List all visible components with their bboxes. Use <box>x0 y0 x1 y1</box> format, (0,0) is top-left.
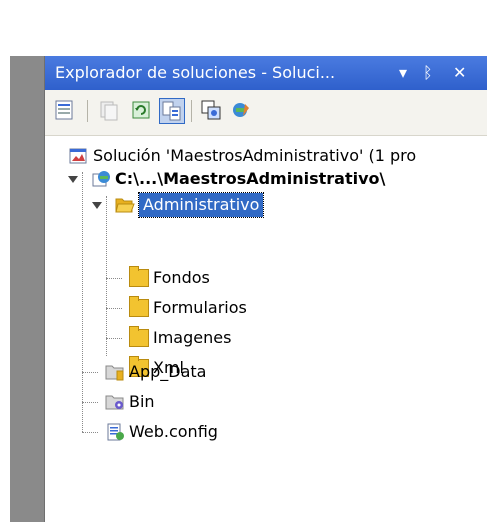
refresh-icon[interactable] <box>129 98 155 124</box>
show-all-files-icon[interactable] <box>97 98 123 124</box>
tree-connector <box>82 402 98 403</box>
tree-node-label: C:\...\MaestrosAdministrativo\ <box>115 169 386 188</box>
folder-icon <box>129 326 149 347</box>
tree-node-label: Fondos <box>153 268 210 287</box>
close-icon[interactable]: ✕ <box>453 56 466 90</box>
tree-node-label: Bin <box>129 392 155 411</box>
collapse-arrow-icon[interactable] <box>68 176 78 183</box>
tree-connector <box>82 372 98 373</box>
tree-node-label: Formularios <box>153 298 247 317</box>
side-strip <box>10 56 44 522</box>
solution-tree: Solución 'MaestrosAdministrativo' (1 pro… <box>45 136 487 516</box>
app-data-folder-icon <box>105 363 125 381</box>
window-position-dropdown-icon[interactable]: ▾ <box>399 56 407 90</box>
toolbar-separator <box>191 100 192 122</box>
tree-connector <box>106 278 122 279</box>
web-project-icon <box>91 170 111 188</box>
tree-connector <box>106 308 122 309</box>
tree-connector <box>106 338 122 339</box>
copy-website-icon[interactable] <box>199 98 225 124</box>
tree-node-label: App_Data <box>129 362 207 381</box>
auto-hide-pin-icon[interactable]: ᛒ <box>423 56 433 90</box>
tree-node-label: Web.config <box>129 422 218 441</box>
folder-icon <box>129 296 149 317</box>
panel-title-bar[interactable]: Explorador de soluciones - Soluci... ▾ ᛒ… <box>45 56 487 90</box>
tree-node-label: Administrativo <box>137 192 265 218</box>
bin-folder-icon <box>105 393 125 411</box>
collapse-arrow-icon[interactable] <box>92 202 102 209</box>
nest-related-files-icon[interactable] <box>159 98 185 124</box>
config-file-icon <box>105 423 125 441</box>
properties-icon[interactable] <box>53 98 79 124</box>
tree-connector <box>82 172 83 432</box>
tree-connector <box>82 432 98 433</box>
tree-node-label: Solución 'MaestrosAdministrativo' (1 pro <box>93 146 417 165</box>
panel-title: Explorador de soluciones - Soluci... <box>55 63 336 82</box>
open-folder-icon <box>115 196 135 214</box>
toolbar-separator <box>87 100 88 122</box>
toolbar <box>45 90 487 136</box>
asp-net-config-icon[interactable] <box>229 98 255 124</box>
solution-explorer-panel: Explorador de soluciones - Soluci... ▾ ᛒ… <box>44 56 487 522</box>
tree-connector <box>106 196 107 356</box>
folder-icon <box>129 266 149 287</box>
solution-icon <box>69 147 89 165</box>
tree-node-label: Imagenes <box>153 328 232 347</box>
